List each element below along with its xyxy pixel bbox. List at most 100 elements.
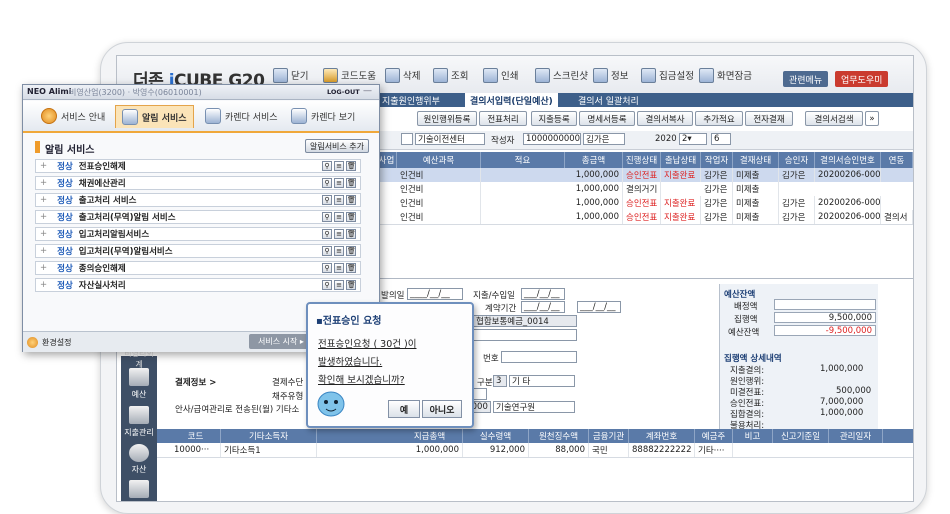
search-icon[interactable]: ⚲ xyxy=(322,195,332,205)
search-icon[interactable]: ⚲ xyxy=(322,229,332,239)
tab-batch-process[interactable]: 결의서 일괄처리 xyxy=(573,93,644,107)
related-menu-button[interactable]: 관련메뉴 xyxy=(783,71,829,87)
budget-nav-icon[interactable] xyxy=(129,368,149,386)
account-extra-input[interactable] xyxy=(473,329,577,341)
edit-icon[interactable]: ≡ xyxy=(334,195,344,205)
search-icon[interactable]: ⚲ xyxy=(322,161,332,171)
edit-icon[interactable]: ≡ xyxy=(334,161,344,171)
screen-lock-button[interactable]: 화면잠금 xyxy=(699,65,752,85)
search-icon[interactable]: ⚲ xyxy=(322,212,332,222)
center-name-input[interactable]: 기술이전센터 xyxy=(415,133,485,145)
collect-settings-button[interactable]: 집금설정 xyxy=(641,65,694,85)
screenshot-button[interactable]: 스크린샷 xyxy=(535,65,588,85)
budget-item-cell: 인건비 xyxy=(397,168,481,182)
popup-message-line1[interactable]: 전표승인요청 ( 30건 )이 xyxy=(318,336,416,350)
monitor-nav-icon[interactable] xyxy=(129,480,149,498)
code-help-button[interactable]: 코드도움 xyxy=(323,65,376,85)
list-item[interactable]: + 정상 출고처리(무역)알림 서비스 ⚲ ≡ 🗑 xyxy=(35,210,361,224)
statement-register-button[interactable]: 명세서등록 xyxy=(579,111,635,126)
tab-resolution-input[interactable]: 결의서입력(단일예산) xyxy=(465,93,558,107)
e-approval-button[interactable]: 전자결재 xyxy=(745,111,793,126)
tab-alert-service[interactable]: 알림 서비스 xyxy=(115,105,194,128)
close-button[interactable]: 닫기 xyxy=(273,65,308,85)
category-search-button[interactable] xyxy=(473,388,487,400)
alimi-titlebar[interactable]: NEO Alimi 비영산업(3200) · 박영수(06010001) LOG… xyxy=(23,85,379,100)
resolution-copy-button[interactable]: 결의서복사 xyxy=(637,111,693,126)
writer-code-input[interactable]: 1000000000 xyxy=(523,133,581,145)
add-summary-button[interactable]: 추가적요 xyxy=(695,111,743,126)
yes-button[interactable]: 예 xyxy=(388,400,420,418)
doc-number-input[interactable] xyxy=(501,351,577,363)
nav-label-expense[interactable]: 지출관리 xyxy=(121,427,157,438)
nav-label-budget[interactable]: 예산 xyxy=(121,389,157,400)
search-icon[interactable]: ⚲ xyxy=(322,246,332,256)
edit-icon[interactable]: ≡ xyxy=(334,229,344,239)
month-select[interactable]: 2 ▾ xyxy=(679,133,707,145)
delete-icon[interactable]: 🗑 xyxy=(346,178,356,188)
writer-name-input[interactable]: 김가은 xyxy=(583,133,625,145)
contract-end-input[interactable]: ___/__/__ xyxy=(577,301,621,313)
more-buttons-arrow[interactable]: » xyxy=(865,111,879,126)
expense-nav-icon[interactable] xyxy=(129,406,149,424)
nav-label-asset[interactable]: 자산 xyxy=(121,464,157,475)
category-code-input[interactable]: 3 xyxy=(493,375,507,387)
table-row[interactable]: 인건비 1,000,000 승인전표 지출완료 김가은 미제출 김가은 2020… xyxy=(377,210,913,225)
dept-name-input[interactable]: 기술연구원 xyxy=(493,401,575,413)
edit-icon[interactable]: ≡ xyxy=(334,212,344,222)
list-item[interactable]: + 정상 전표승인해제 ⚲ ≡ 🗑 xyxy=(35,159,361,173)
delete-icon[interactable]: 🗑 xyxy=(346,263,356,273)
delete-icon[interactable]: 🗑 xyxy=(346,229,356,239)
delete-icon[interactable]: 🗑 xyxy=(346,161,356,171)
list-item[interactable]: + 정상 입고처리(무역)알림서비스 ⚲ ≡ 🗑 xyxy=(35,244,361,258)
account-input[interactable]: 협합보통예금_0014 xyxy=(473,315,577,327)
delete-icon[interactable]: 🗑 xyxy=(346,195,356,205)
search-button[interactable]: 조회 xyxy=(433,65,468,85)
work-helper-button[interactable]: 업무도우미 xyxy=(835,71,889,87)
search-icon[interactable]: ⚲ xyxy=(322,178,332,188)
voucher-process-button[interactable]: 전표처리 xyxy=(479,111,527,126)
delete-button[interactable]: 삭제 xyxy=(385,65,420,85)
center-code-input[interactable] xyxy=(401,133,413,145)
table-row[interactable]: 10000··· 기타소득1 1,000,000 912,000 88,000 … xyxy=(157,443,913,458)
list-item[interactable]: + 정상 종의승인해제 ⚲ ≡ 🗑 xyxy=(35,261,361,275)
table-row[interactable]: 인건비 1,000,000 승인전표 지출완료 김가은 미제출 김가은 2020… xyxy=(377,196,913,211)
settings-button[interactable]: 환경설정 xyxy=(27,335,71,349)
delete-icon[interactable]: 🗑 xyxy=(346,280,356,290)
table-row[interactable]: 인건비 1,000,000 승인전표 지출완료 김가은 미제출 김가은 2020… xyxy=(377,168,913,183)
print-button[interactable]: 인쇄 xyxy=(483,65,518,85)
day-input[interactable]: 6 xyxy=(711,133,731,145)
list-item[interactable]: + 정상 출고처리 서비스 ⚲ ≡ 🗑 xyxy=(35,193,361,207)
start-service-button[interactable]: 서비스 시작 ▸ xyxy=(249,334,313,349)
delete-icon[interactable]: 🗑 xyxy=(346,246,356,256)
minimize-icon[interactable]: — xyxy=(363,86,372,96)
table-row[interactable]: 인건비 1,000,000 결의거기 김가은 미제출 xyxy=(377,182,913,197)
issue-date-input[interactable]: ____/__/__ xyxy=(407,288,463,300)
popup-message-line2[interactable]: 발생하였습니다. xyxy=(318,354,382,368)
edit-icon[interactable]: ≡ xyxy=(334,280,344,290)
tab-calendar-service[interactable]: 카렌다 서비스 xyxy=(199,105,284,127)
no-button[interactable]: 아니오 xyxy=(422,400,462,418)
spend-date-input[interactable]: ___/__/__ xyxy=(521,288,565,300)
contract-start-input[interactable]: ___/__/__ xyxy=(521,301,565,313)
search-icon[interactable]: ⚲ xyxy=(322,280,332,290)
list-item[interactable]: + 정상 채권에산관리 ⚲ ≡ 🗑 xyxy=(35,176,361,190)
popup-message-line3[interactable]: 확인해 보시겠습니까? xyxy=(318,372,405,386)
spend-register-button[interactable]: 지출등록 xyxy=(531,111,577,126)
resolution-search-button[interactable]: 결의서검색 xyxy=(805,111,863,126)
edit-icon[interactable]: ≡ xyxy=(334,178,344,188)
tab-cause-act[interactable]: 지출원인행위부 xyxy=(377,93,445,107)
tab-calendar-view[interactable]: 카렌다 보기 xyxy=(285,105,361,127)
info-button[interactable]: 정보 xyxy=(593,65,628,85)
search-icon[interactable]: ⚲ xyxy=(322,263,332,273)
list-item[interactable]: + 정상 입고처리알림서비스 ⚲ ≡ 🗑 xyxy=(35,227,361,241)
tab-service-guide[interactable]: 서비스 안내 xyxy=(35,105,111,127)
cause-act-register-button[interactable]: 원인행위등록 xyxy=(417,111,477,126)
asset-nav-icon[interactable] xyxy=(129,444,149,462)
add-alert-service-button[interactable]: 알림서비스 추가 xyxy=(305,139,369,153)
category-value-input[interactable]: 기 타 xyxy=(509,375,575,387)
logout-button[interactable]: LOG-OUT xyxy=(327,88,360,96)
list-item[interactable]: + 정상 자산실사처리 ⚲ ≡ 🗑 xyxy=(35,278,361,292)
delete-icon[interactable]: 🗑 xyxy=(346,212,356,222)
edit-icon[interactable]: ≡ xyxy=(334,263,344,273)
edit-icon[interactable]: ≡ xyxy=(334,246,344,256)
